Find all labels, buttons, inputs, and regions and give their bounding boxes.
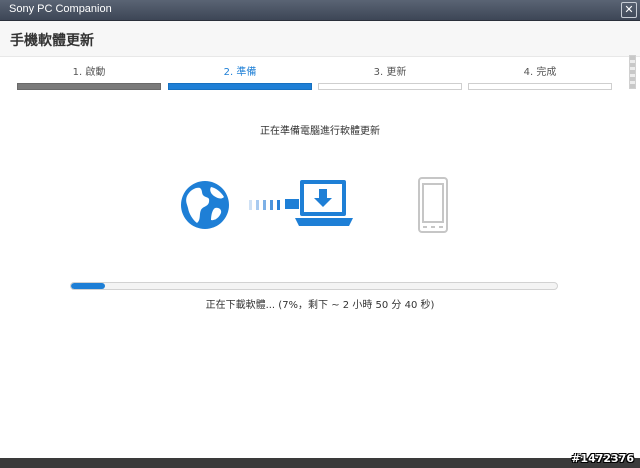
transfer-dots-icon — [249, 200, 280, 210]
progress-fill — [71, 283, 106, 289]
close-icon[interactable]: ✕ — [621, 2, 637, 18]
step-label: 2. 準備 — [223, 67, 257, 78]
step-complete: 4. 完成 — [468, 66, 612, 92]
page-title: 手機軟體更新 — [10, 33, 94, 49]
status-message: 正在準備電腦進行軟體更新 — [260, 126, 380, 137]
globe-icon — [181, 181, 229, 229]
title-bar[interactable]: Sony PC Companion ✕ — [0, 0, 640, 21]
step-start: 1. 啟動 — [17, 66, 161, 92]
window-title: Sony PC Companion — [9, 3, 112, 15]
step-bar — [468, 83, 612, 90]
laptop-download-icon — [285, 180, 353, 226]
step-bar — [17, 83, 161, 90]
page-header: 手機軟體更新 — [0, 21, 640, 57]
step-indicator: 1. 啟動 2. 準備 3. 更新 4. 完成 — [17, 66, 613, 92]
step-update: 3. 更新 — [318, 66, 462, 92]
progress-text: 正在下載軟體... (7%，剩下 ~ 2 小時 50 分 40 秒) — [205, 300, 435, 311]
step-label: 4. 完成 — [523, 67, 557, 78]
watermark: #1472376 — [571, 452, 634, 465]
download-progress-bar — [70, 282, 558, 290]
phone-icon — [418, 177, 448, 233]
scrollbar[interactable] — [629, 55, 636, 89]
scrollbar-thumb[interactable] — [629, 55, 636, 89]
step-label: 1. 啟動 — [72, 67, 106, 78]
step-label: 3. 更新 — [373, 67, 407, 78]
step-bar — [168, 83, 312, 90]
step-bar — [318, 83, 462, 90]
companion-window: Sony PC Companion ✕ 手機軟體更新 1. 啟動 2. 準備 3… — [0, 0, 640, 468]
window-bottom-edge — [0, 458, 640, 468]
update-illustration — [0, 170, 640, 240]
step-prepare: 2. 準備 — [168, 66, 312, 92]
